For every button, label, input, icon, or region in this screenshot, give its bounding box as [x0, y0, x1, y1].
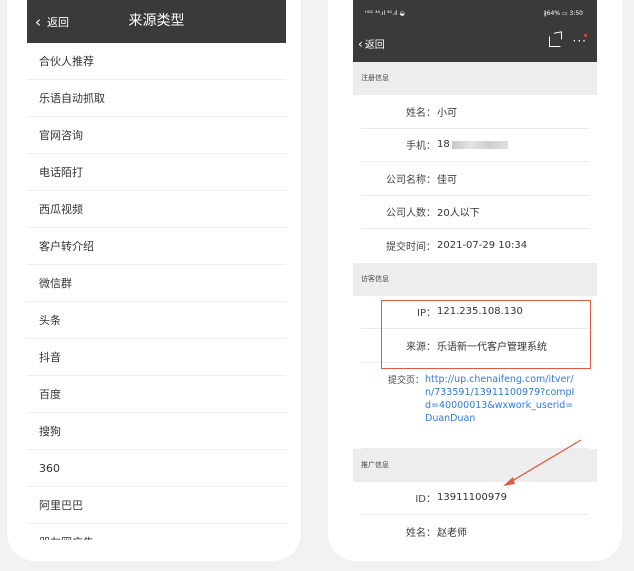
list-item[interactable]: 合伙人推荐 [27, 43, 286, 80]
annotation-arrow [503, 439, 582, 486]
list-item[interactable]: 朋友圈广告 [27, 524, 286, 540]
list-item[interactable]: 360 [27, 450, 286, 487]
right-phone-card: ᴴᴰ¹ ⁴⁶.ıl ⁴ᴳ.ıl ◒ ∦64% ▭ 3:50 ‹ 返回 ··· 注… [328, 0, 622, 561]
list-item[interactable]: 搜狗 [27, 413, 286, 450]
arrow-head [503, 477, 515, 486]
source-type-screen: ‹ 返回 来源类型 合伙人推荐 乐语自动抓取 官网咨询 电话陌打 西瓜视频 客户… [27, 0, 286, 540]
list-item[interactable]: 头条 [27, 302, 286, 339]
arrow-line [506, 439, 582, 485]
left-phone-card: ‹ 返回 来源类型 合伙人推荐 乐语自动抓取 官网咨询 电话陌打 西瓜视频 客户… [7, 0, 301, 561]
list-item[interactable]: 阿里巴巴 [27, 487, 286, 524]
list-item[interactable]: 抖音 [27, 339, 286, 376]
list-item[interactable]: 微信群 [27, 265, 286, 302]
source-type-list: 合伙人推荐 乐语自动抓取 官网咨询 电话陌打 西瓜视频 客户转介绍 微信群 头条… [27, 43, 286, 540]
lead-detail-screen: ᴴᴰ¹ ⁴⁶.ıl ⁴ᴳ.ıl ◒ ∦64% ▭ 3:50 ‹ 返回 ··· 注… [353, 0, 597, 538]
page-title: 来源类型 [128, 13, 185, 29]
list-item[interactable]: 客户转介绍 [27, 228, 286, 265]
left-header: ‹ 返回 来源类型 [27, 0, 286, 43]
list-item[interactable]: 西瓜视频 [27, 191, 286, 228]
list-item[interactable]: 乐语自动抓取 [27, 80, 286, 117]
list-item[interactable]: 电话陌打 [27, 154, 286, 191]
list-item[interactable]: 百度 [27, 376, 286, 413]
list-item[interactable]: 官网咨询 [27, 117, 286, 154]
